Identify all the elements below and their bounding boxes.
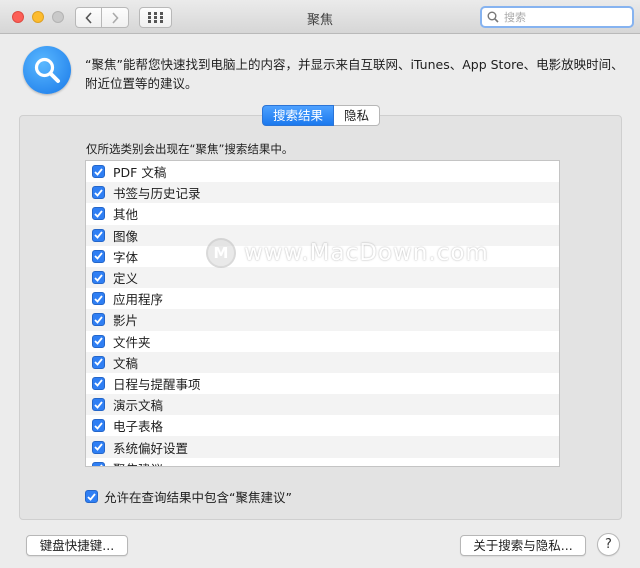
tab-privacy[interactable]: 隐私	[334, 105, 381, 126]
checkbox[interactable]	[92, 398, 105, 412]
checkbox[interactable]	[92, 334, 105, 348]
list-item[interactable]: 其他	[86, 203, 559, 224]
search-icon	[487, 11, 499, 23]
list-item[interactable]: 文稿	[86, 351, 559, 373]
checkmark-icon	[94, 231, 103, 239]
list-item[interactable]: 定义	[86, 266, 559, 289]
list-item-label: 图像	[113, 228, 139, 244]
search-input[interactable]	[502, 9, 626, 25]
list-item[interactable]: 演示文稿	[86, 394, 559, 416]
description-text: “聚焦”能帮您快速找到电脑上的内容，并显示来自互联网、iTunes、App St…	[85, 57, 624, 91]
checkbox[interactable]	[92, 461, 105, 466]
list-item[interactable]: 影片	[86, 309, 559, 331]
checkmark-icon	[94, 379, 103, 388]
panel-caption: 仅所选类别会出现在“聚焦”搜索结果中。	[86, 142, 294, 156]
list-item-label: 文件夹	[113, 334, 151, 350]
list-item[interactable]: 应用程序	[86, 288, 559, 309]
checkmark-icon	[94, 401, 103, 409]
list-item-label: 其他	[113, 207, 139, 223]
checkbox[interactable]	[92, 228, 105, 242]
category-list[interactable]: PDF 文稿 书签与历史记录 其他 图像 字体 定义 应用程序 影片 文件夹 文…	[85, 160, 560, 467]
checkbox[interactable]	[92, 419, 105, 433]
checkmark-icon	[94, 252, 103, 261]
list-item-label: 定义	[113, 271, 139, 287]
list-item[interactable]: 书签与历史记录	[86, 182, 559, 204]
list-item[interactable]: 文件夹	[86, 331, 559, 352]
checkmark-icon	[100, 464, 103, 466]
checkbox[interactable]	[92, 186, 105, 200]
about-privacy-button[interactable]: 关于搜索与隐私...	[460, 535, 586, 556]
list-item[interactable]: 电子表格	[86, 415, 559, 436]
tab-search-results[interactable]: 搜索结果	[262, 105, 335, 126]
keyboard-shortcuts-button[interactable]: 键盘快捷键...	[26, 535, 128, 556]
list-item-label: 书签与历史记录	[113, 186, 201, 202]
checkmark-icon	[94, 316, 103, 324]
title-bar: 聚焦	[0, 0, 640, 34]
allow-suggestions-label: 允许在查询结果中包含“聚焦建议”	[104, 490, 292, 505]
checkbox[interactable]	[92, 292, 105, 306]
list-item[interactable]: 日程与提醒事项	[86, 373, 559, 394]
checkbox[interactable]	[92, 271, 105, 285]
list-item[interactable]: 系统偏好设置	[86, 436, 559, 458]
checkbox[interactable]	[92, 440, 105, 454]
list-item-label: PDF 文稿	[113, 165, 167, 181]
checkmark-icon	[94, 337, 103, 345]
list-item-label: 应用程序	[113, 292, 164, 308]
checkmark-icon	[94, 189, 103, 197]
list-item[interactable]: 聚焦建议	[86, 458, 559, 466]
list-item-label: 文稿	[113, 355, 139, 371]
list-item-label: 电子表格	[113, 419, 164, 435]
help-button[interactable]: ?	[597, 533, 620, 556]
list-item[interactable]: 图像	[86, 224, 559, 246]
checkmark-icon	[94, 210, 103, 218]
allow-suggestions-checkbox[interactable]	[85, 490, 98, 503]
list-item[interactable]: PDF 文稿	[86, 161, 559, 182]
checkbox[interactable]	[92, 376, 105, 390]
checkmark-icon	[87, 492, 96, 501]
checkbox[interactable]	[92, 249, 105, 263]
list-item-label: 系统偏好设置	[113, 440, 189, 456]
list-item[interactable]: 字体	[86, 246, 559, 267]
checkmark-icon	[94, 273, 103, 282]
checkmark-icon	[94, 168, 103, 176]
list-item-label: 影片	[113, 313, 139, 329]
checkbox[interactable]	[92, 165, 105, 179]
checkbox[interactable]	[92, 355, 105, 369]
tab-bar: 搜索结果 隐私	[262, 105, 381, 126]
list-item-label: 字体	[113, 249, 139, 265]
allow-suggestions-option[interactable]: 允许在查询结果中包含“聚焦建议”	[85, 487, 292, 506]
checkbox[interactable]	[92, 207, 105, 221]
list-item-label: 聚焦建议	[113, 459, 163, 466]
checkbox[interactable]	[92, 313, 105, 327]
checkmark-icon	[94, 295, 103, 303]
search-field[interactable]	[480, 6, 634, 28]
list-item-label: 日程与提醒事项	[113, 376, 201, 392]
list-item-label: 演示文稿	[113, 398, 164, 414]
spotlight-icon	[23, 46, 71, 94]
checkmark-icon	[94, 358, 103, 367]
checkmark-icon	[94, 422, 103, 430]
checkmark-icon	[94, 443, 103, 451]
